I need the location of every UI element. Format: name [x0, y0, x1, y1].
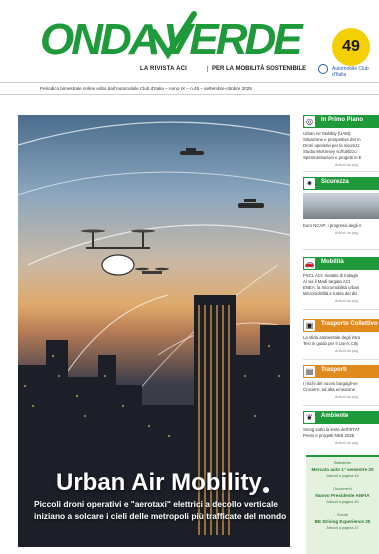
divider — [0, 94, 379, 95]
issue-badge: 49 — [332, 28, 370, 66]
logo-onda: ONDA — [40, 15, 161, 64]
box-title[interactable]: Nuovo Presidente ANFIA — [306, 493, 379, 498]
drone-icon — [180, 148, 204, 155]
logo-checkmark-icon — [151, 11, 197, 60]
drone-icon — [135, 267, 169, 274]
masthead: ONDA VERDE 49 LA RIVISTA ACI PER LA MOBI… — [0, 0, 379, 95]
tagline-right: PER LA MOBILITÀ SOSTENIBILE — [207, 66, 306, 72]
divider — [306, 455, 379, 457]
page-reference: Articoli a pagina 44 — [326, 474, 359, 478]
tagline-left: LA RIVISTA ACI — [140, 66, 188, 72]
page-reference: Articoli a pagina 45 — [326, 500, 359, 504]
box-category: Statistiche — [333, 461, 352, 465]
box-title[interactable]: Mercato auto 1° semestre 20 — [306, 467, 379, 472]
cover-title[interactable]: Urban Air Mobility — [56, 469, 262, 497]
aci-label: Automobile Club d'Italia — [332, 66, 369, 78]
info-box: Statistiche Mercato auto 1° semestre 20 … — [306, 455, 379, 554]
drone-icon — [238, 199, 264, 208]
masthead-subtitle: Periodico bimestrale online edito dall'A… — [40, 86, 252, 91]
cover-subtitle-line2: iniziano a solcare i cieli delle metropo… — [34, 511, 287, 521]
box-category: Documenti — [333, 487, 352, 491]
cover-image[interactable]: Urban Air Mobility Piccoli droni operati… — [18, 115, 290, 547]
box-title[interactable]: BE Driving Experience 20 — [306, 519, 379, 524]
sidebar-box-wrap: Statistiche Mercato auto 1° semestre 20 … — [303, 115, 379, 554]
box-category: Eventi — [337, 513, 348, 517]
aci-logo-icon — [318, 64, 328, 74]
page-reference: Articoli a pagina 47 — [326, 526, 359, 530]
cover-subtitle-line1: Piccoli droni operativi e "aerotaxi" ele… — [34, 499, 278, 509]
divider — [0, 82, 379, 83]
